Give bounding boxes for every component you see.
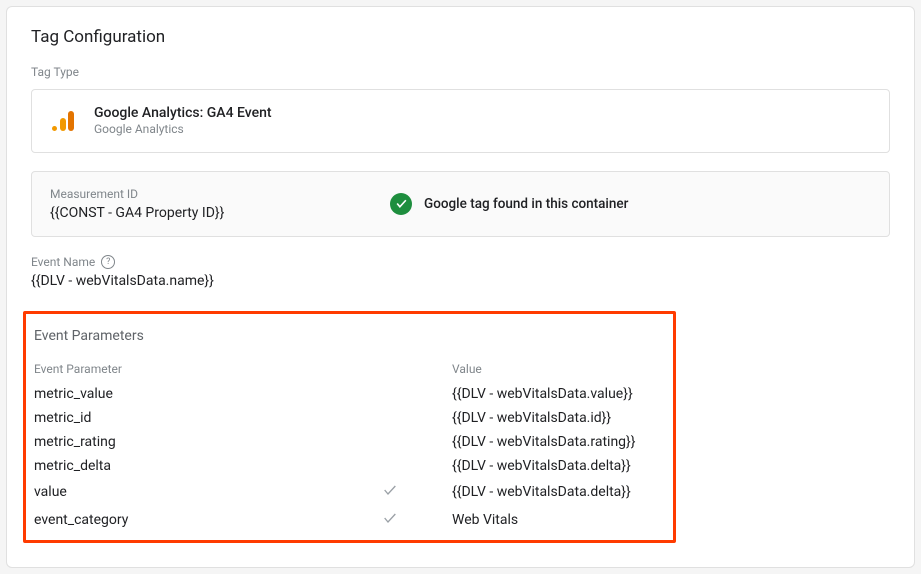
param-value: {{DLV - webVitalsData.delta}} — [452, 458, 667, 474]
param-value: {{DLV - webVitalsData.value}} — [452, 386, 667, 402]
check-circle-icon — [390, 193, 412, 215]
measurement-id-value: {{CONST - GA4 Property ID}} — [50, 205, 354, 221]
event-parameters-rows: metric_value {{DLV - webVitalsData.value}… — [32, 382, 667, 534]
event-parameters-title: Event Parameters — [32, 328, 667, 344]
tag-type-name: Google Analytics: GA4 Event — [94, 104, 272, 122]
param-value: Web Vitals — [452, 512, 667, 528]
param-value: {{DLV - webVitalsData.delta}} — [452, 484, 667, 500]
param-row: event_category Web Vitals — [32, 506, 667, 534]
google-analytics-icon — [48, 107, 76, 135]
check-icon — [382, 482, 398, 498]
event-parameters-box: Event Parameters Event Parameter Value m… — [23, 311, 676, 543]
event-name-value: {{DLV - webVitalsData.name}} — [31, 273, 890, 289]
param-name: metric_id — [32, 410, 382, 426]
event-name-label: Event Name — [31, 255, 95, 269]
measurement-box: Measurement ID {{CONST - GA4 Property ID… — [31, 171, 890, 237]
tag-type-provider: Google Analytics — [94, 122, 272, 138]
header-param: Event Parameter — [32, 362, 382, 376]
card-title: Tag Configuration — [31, 27, 890, 47]
param-name: metric_value — [32, 386, 382, 402]
param-name: value — [32, 484, 382, 500]
param-row: metric_id {{DLV - webVitalsData.id}} — [32, 406, 667, 430]
tag-type-box[interactable]: Google Analytics: GA4 Event Google Analy… — [31, 89, 890, 153]
param-name: metric_rating — [32, 434, 382, 450]
param-row: metric_delta {{DLV - webVitalsData.delta}… — [32, 454, 667, 478]
param-row: metric_value {{DLV - webVitalsData.value}… — [32, 382, 667, 406]
tag-type-label: Tag Type — [31, 65, 890, 79]
param-row: value {{DLV - webVitalsData.delta}} — [32, 478, 667, 506]
event-parameters-header: Event Parameter Value — [32, 362, 667, 382]
param-value: {{DLV - webVitalsData.id}} — [452, 410, 667, 426]
param-recommended — [382, 482, 452, 502]
check-icon — [382, 510, 398, 526]
param-recommended — [382, 510, 452, 530]
tag-configuration-card: Tag Configuration Tag Type Google Analyt… — [6, 6, 915, 568]
param-row: metric_rating {{DLV - webVitalsData.ratin… — [32, 430, 667, 454]
measurement-id-label: Measurement ID — [50, 187, 354, 201]
param-name: event_category — [32, 512, 382, 528]
help-icon[interactable]: ? — [101, 255, 115, 269]
event-name-section: Event Name ? {{DLV - webVitalsData.name}… — [31, 255, 890, 289]
param-value: {{DLV - webVitalsData.rating}} — [452, 434, 667, 450]
param-name: metric_delta — [32, 458, 382, 474]
google-tag-found-text: Google tag found in this container — [424, 196, 628, 212]
header-value: Value — [452, 362, 667, 376]
